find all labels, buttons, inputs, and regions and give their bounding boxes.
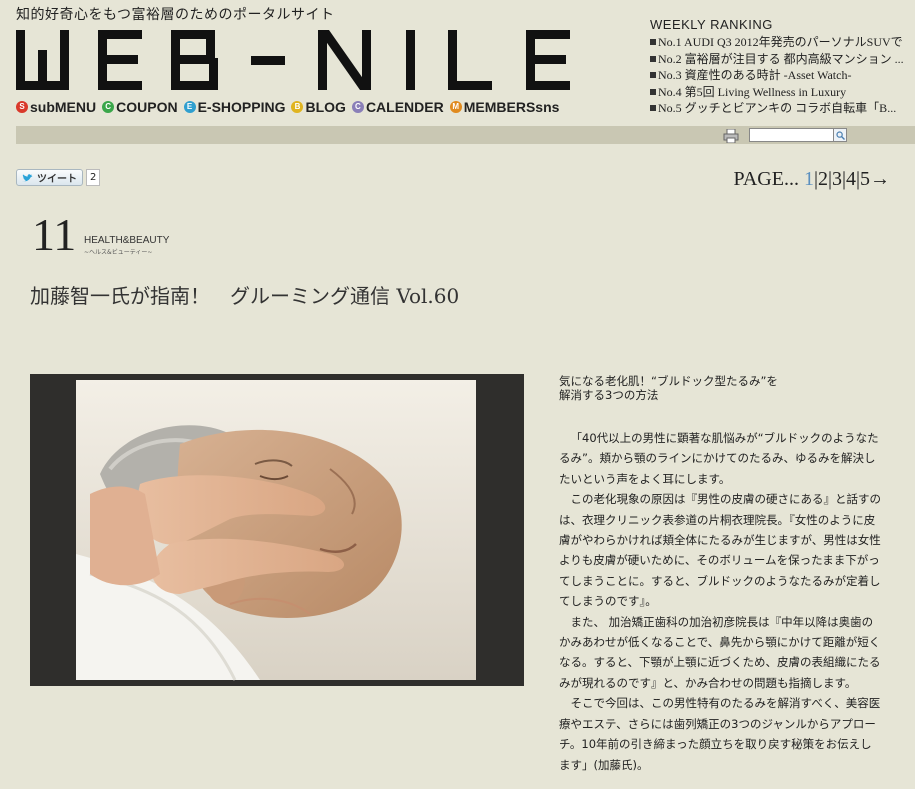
page-link-5[interactable]: 5 — [860, 168, 870, 190]
nav-item-label: subMENU — [30, 99, 97, 115]
search-input[interactable] — [749, 128, 837, 142]
bullet-square-icon — [650, 55, 656, 62]
article-headline: 加藤智一氏が指南！ グルーミング通信 Vol.60 — [30, 284, 460, 308]
ranking-title: WEEKLY RANKING — [650, 17, 773, 32]
bullet-square-icon — [650, 72, 656, 78]
nav-item-calender[interactable]: C CALENDER — [351, 99, 444, 115]
search-icon — [835, 130, 845, 140]
article-title-line2: 解消する3つの方法 — [559, 388, 659, 402]
ranking-list: No.1 AUDI Q3 2012年発売のパーソナルSUVで No.2 富裕層が注… — [650, 34, 915, 117]
nav-item-e-shopping[interactable]: E E-SHOPPING — [183, 99, 286, 115]
page-link-3[interactable]: 3 — [832, 168, 842, 190]
article-photo — [30, 374, 524, 686]
blog-icon: B — [291, 101, 304, 113]
printer-icon[interactable] — [723, 129, 739, 143]
page-link-4[interactable]: 4 — [846, 168, 856, 190]
ranking-item-label: No.5 グッチとビアンキの コラボ自転車「B... — [658, 101, 897, 115]
main-nav: SsubMENU C COUPON E E-SHOPPING B BLOG C CALENDER… — [16, 99, 559, 115]
search-button[interactable] — [833, 128, 847, 142]
nav-item-label: CALENDER — [365, 99, 444, 115]
ranking-item-label: No.1 AUDI Q3 2012年発売のパーソナルSUVで — [658, 35, 903, 49]
pager-prefix: PAGE... — [733, 168, 799, 190]
article-body: 「40代以上の男性に顕著な肌悩みが“ブルドックのようなたるみ”。頬から顎のライン… — [559, 428, 881, 775]
nav-item-blog[interactable]: B BLOG — [291, 99, 346, 115]
page-link-2[interactable]: 2 — [818, 168, 828, 190]
article-title: 気になる老化肌！“ブルドック型たるみ”を 解消する3つの方法 — [559, 374, 899, 402]
ranking-item-label: No.2 富裕層が注目する 都内高級マンション ... — [658, 51, 904, 66]
site-logo[interactable] — [16, 28, 596, 94]
weekly-ranking: WEEKLY RANKING No.1 AUDI Q3 2012年発売のパーソナ… — [650, 17, 915, 117]
nav-item-label: COUPON — [116, 99, 178, 115]
nav-item-label: BLOG — [305, 99, 346, 115]
submenu-icon: S — [16, 101, 28, 113]
memberssns-icon: M — [449, 101, 462, 113]
article-paragraph: また、 加治矯正歯科の加治初彦院長は『中年以降は奥歯のかみあわせが低くなることで… — [559, 614, 881, 690]
coupon-icon: C — [102, 101, 115, 113]
bullet-square-icon — [650, 39, 656, 45]
tweet-widget: ツイート 2 — [16, 169, 101, 186]
article-title-line1: 気になる老化肌！“ブルドック型たるみ”を — [559, 374, 778, 388]
nav-item-memberssns[interactable]: M MEMBERSsns — [449, 99, 560, 115]
nav-item-coupon[interactable]: C COUPON — [102, 99, 178, 115]
tweet-count: 2 — [86, 169, 101, 186]
nav-item-submenu[interactable]: SsubMENU — [16, 99, 96, 115]
calender-icon: C — [351, 101, 364, 113]
ranking-item[interactable]: No.5 グッチとビアンキの コラボ自転車「B... — [650, 100, 915, 117]
article-paragraph: この老化現象の原因は『男性の皮膚の硬さにある』と話すのは、衣理クリニック表参道の… — [559, 492, 881, 609]
ranking-item-label: No.4 第5回 Living Wellness in Luxury — [658, 84, 847, 99]
next-page-arrow-icon[interactable]: → — [870, 168, 890, 190]
category-number: 11 — [32, 209, 77, 260]
ranking-item[interactable]: No.3 資産性のある時計 -Asset Watch- — [650, 67, 915, 84]
ranking-item[interactable]: No.4 第5回 Living Wellness in Luxury — [650, 84, 915, 101]
bullet-square-icon — [650, 105, 656, 111]
tagline: 知的好奇心をもつ富裕層のためのポータルサイト — [16, 7, 335, 23]
bullet-square-icon — [650, 88, 656, 95]
ranking-item[interactable]: No.2 富裕層が注目する 都内高級マンション ... — [650, 51, 915, 68]
article-paragraph: そこで今回は、この男性特有のたるみを解消すべく、美容医療やエステ、さらには歯列矯… — [559, 696, 881, 772]
pager: PAGE... 1|2|3|4|5→ — [734, 168, 890, 191]
nav-item-label: MEMBERSsns — [463, 99, 560, 115]
twitter-bird-icon — [22, 173, 33, 181]
e-shopping-icon: E — [183, 101, 196, 113]
nav-item-label: E-SHOPPING — [197, 99, 286, 115]
ranking-item[interactable]: No.1 AUDI Q3 2012年発売のパーソナルSUVで — [650, 34, 915, 51]
tweet-button[interactable]: ツイート — [16, 169, 83, 186]
page-link-1[interactable]: 1 — [804, 168, 814, 190]
category-subtitle: ~ヘルス&ビューティー~ — [84, 249, 153, 256]
ranking-item-label: No.3 資産性のある時計 -Asset Watch- — [658, 68, 852, 82]
article-paragraph: 「40代以上の男性に顕著な肌悩みが“ブルドックのようなたるみ”。頬から顎のライン… — [559, 431, 879, 486]
tweet-label: ツイート — [37, 174, 77, 185]
category-name: HEALTH&BEAUTY — [84, 235, 170, 246]
